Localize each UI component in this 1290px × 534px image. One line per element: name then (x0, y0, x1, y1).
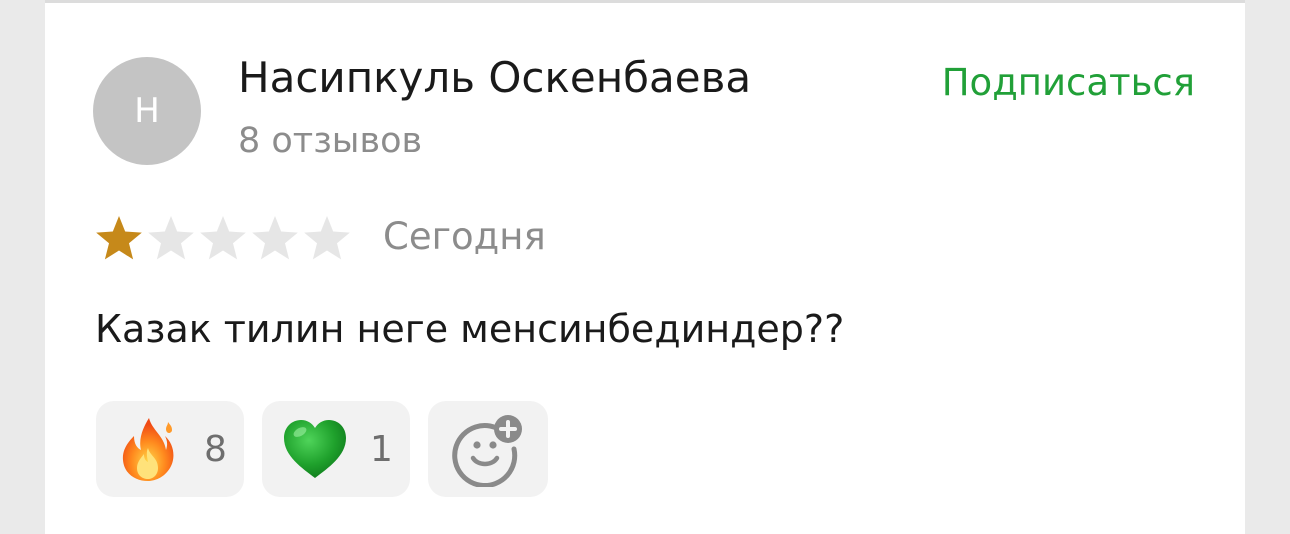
star-filled-icon (96, 216, 142, 260)
review-date: Сегодня (383, 215, 546, 258)
star-empty-icon (200, 216, 246, 260)
fire-reaction-button[interactable]: 8 (96, 401, 244, 497)
subscribe-button[interactable]: Подписаться (942, 61, 1195, 104)
reactions-bar: 8 1 (96, 401, 548, 497)
fire-reaction-count: 8 (204, 428, 227, 470)
star-empty-icon (252, 216, 298, 260)
review-card: Н Насипкуль Оскенбаева 8 отзывов Подписа… (45, 0, 1245, 534)
add-reaction-icon (452, 415, 522, 487)
avatar[interactable]: Н (93, 57, 201, 165)
avatar-letter: Н (134, 91, 160, 131)
author-review-count: 8 отзывов (238, 121, 423, 161)
fire-emoji-icon (122, 418, 174, 481)
green-heart-emoji-icon (284, 420, 346, 478)
review-text: Казак тилин неге менсинбединдер?? (95, 307, 845, 351)
heart-reaction-count: 1 (370, 428, 393, 470)
star-empty-icon (304, 216, 350, 260)
heart-reaction-button[interactable]: 1 (262, 401, 410, 497)
author-name[interactable]: Насипкуль Оскенбаева (238, 53, 751, 102)
star-empty-icon (148, 216, 194, 260)
star-rating (93, 213, 353, 265)
add-reaction-button[interactable] (428, 401, 548, 497)
